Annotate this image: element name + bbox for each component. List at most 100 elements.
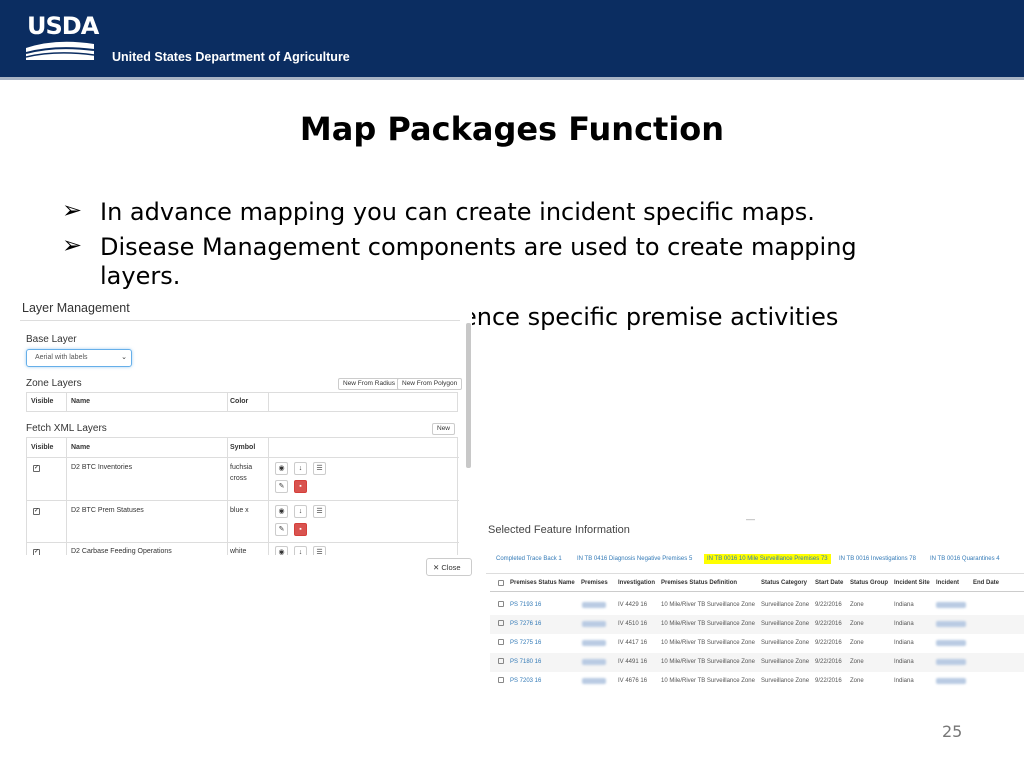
status-name[interactable]: PS 7203 16 [510,678,541,684]
visible-checkbox[interactable]: ✓ [33,508,40,515]
base-layer-select[interactable]: Aerial with labels ⌄ [26,349,132,367]
divider [20,320,460,321]
redacted-premises [582,659,606,665]
minimize-icon[interactable]: — [746,514,755,524]
close-label: Close [441,563,461,572]
divider [66,393,67,411]
divider [27,457,459,458]
start-date: 9/22/2016 [815,659,842,665]
bullet-item: ➢ In advance mapping you can create inci… [62,196,815,227]
status-group: Zone [850,640,864,646]
new-from-radius-button[interactable]: New From Radius [338,378,401,390]
feature-tabs: Completed Trace Back 1 IN TB 0416 Diagno… [486,546,1024,574]
slide-title: Map Packages Function [299,110,725,148]
delete-icon[interactable]: ▪ [294,523,307,536]
edit-icon[interactable]: ✎ [275,480,288,493]
incident-site: Indiana [894,602,914,608]
selected-feature-title: Selected Feature Information [488,524,630,536]
divider [27,500,459,501]
download-icon[interactable]: ↓ [294,462,307,475]
eye-icon[interactable]: ◉ [275,546,288,555]
layer-symbol: blue x [230,507,249,514]
list-icon[interactable]: ☰ [313,462,326,475]
start-date: 9/22/2016 [815,602,842,608]
layer-symbol: white [230,548,247,555]
incident-site: Indiana [894,678,914,684]
layer-symbol: fuchsia cross [230,464,253,482]
eye-icon[interactable]: ◉ [275,462,288,475]
chevron-down-icon: ⌄ [121,354,127,361]
status-category: Surveillance Zone [761,659,810,665]
status-name[interactable]: PS 7180 16 [510,659,541,665]
layer-management-panel: Layer Management Base Layer Aerial with … [20,295,472,555]
new-from-polygon-button[interactable]: New From Polygon [397,378,463,390]
edit-icon[interactable]: ✎ [275,523,288,536]
divider [268,438,269,555]
visible-checkbox[interactable]: ✓ [33,549,40,555]
delete-icon[interactable]: ▪ [294,480,307,493]
visible-checkbox[interactable]: ✓ [33,465,40,472]
table-row[interactable]: PS 7193 16 IV 4429 16 10 Mile/River TB S… [490,596,1024,615]
column-header: Symbol [230,444,256,451]
row-checkbox[interactable] [498,601,504,607]
table-row[interactable]: PS 7276 16 IV 4510 16 10 Mile/River TB S… [490,615,1024,634]
tab-diagnosis-negative[interactable]: IN TB 0416 Diagnosis Negative Premises 5 [577,556,692,562]
column-header: Name [71,444,91,451]
investigation: IV 4510 16 [618,621,648,627]
download-icon[interactable]: ↓ [294,546,307,555]
status-definition: 10 Mile/River TB Surveillance Zone [661,659,755,665]
investigation: IV 4676 16 [618,678,648,684]
selected-feature-panel: — Selected Feature Information Completed… [486,514,1024,694]
column-header: Status Group [850,580,889,586]
new-layer-button[interactable]: New [432,423,456,435]
tab-quarantines[interactable]: IN TB 0016 Quarantines 4 [930,556,1000,562]
status-name[interactable]: PS 7276 16 [510,621,541,627]
layer-name: D2 BTC Inventories [71,464,133,471]
tab-surveillance-premises[interactable]: IN TB 0016 10 Mile Surveillance Premises… [704,554,831,564]
status-definition: 10 Mile/River TB Surveillance Zone [661,602,755,608]
list-icon[interactable]: ☰ [313,546,326,555]
divider [490,591,1024,592]
row-checkbox[interactable] [498,639,504,645]
divider [66,438,67,555]
column-header: Incident Site [894,580,930,586]
redacted-premises [582,640,606,646]
status-name[interactable]: PS 7193 16 [510,602,541,608]
list-icon[interactable]: ☰ [313,505,326,518]
tab-completed-trace[interactable]: Completed Trace Back 1 [496,556,562,562]
redacted-premises [582,602,606,608]
row-checkbox[interactable] [498,658,504,664]
status-definition: 10 Mile/River TB Surveillance Zone [661,621,755,627]
scrollbar[interactable] [466,323,471,468]
arrow-bullet-icon: ➢ [62,231,83,259]
start-date: 9/22/2016 [815,621,842,627]
start-date: 9/22/2016 [815,678,842,684]
row-checkbox[interactable] [498,677,504,683]
redacted-premises [582,678,606,684]
redacted-premises [582,621,606,627]
status-category: Surveillance Zone [761,621,810,627]
status-group: Zone [850,678,864,684]
download-icon[interactable]: ↓ [294,505,307,518]
eye-icon[interactable]: ◉ [275,505,288,518]
row-checkbox[interactable] [498,620,504,626]
incident-site: Indiana [894,621,914,627]
start-date: 9/22/2016 [815,640,842,646]
divider [227,438,228,555]
column-header: Visible [31,398,54,405]
column-header: Start Date [815,580,844,586]
close-button[interactable]: ✕ Close [426,558,472,576]
bullet-text: In advance mapping you can create incide… [100,198,815,226]
status-name[interactable]: PS 7275 16 [510,640,541,646]
table-row[interactable]: PS 7180 16 IV 4491 16 10 Mile/River TB S… [490,653,1024,672]
tab-investigations[interactable]: IN TB 0016 Investigations 78 [839,556,916,562]
table-row[interactable]: PS 7275 16 IV 4417 16 10 Mile/River TB S… [490,634,1024,653]
layer-name: D2 Carbase Feeding Operations [71,548,172,555]
fetch-layers-table: Visible Name Symbol ✓ D2 BTC Inventories… [26,437,459,555]
status-definition: 10 Mile/River TB Surveillance Zone [661,640,755,646]
select-all-checkbox[interactable] [498,580,504,586]
base-layer-value: Aerial with labels [35,354,88,361]
layer-name: D2 BTC Prem Statuses [71,507,144,514]
table-row[interactable]: PS 7203 16 IV 4676 16 10 Mile/River TB S… [490,672,1024,691]
redacted-incident [936,659,966,665]
